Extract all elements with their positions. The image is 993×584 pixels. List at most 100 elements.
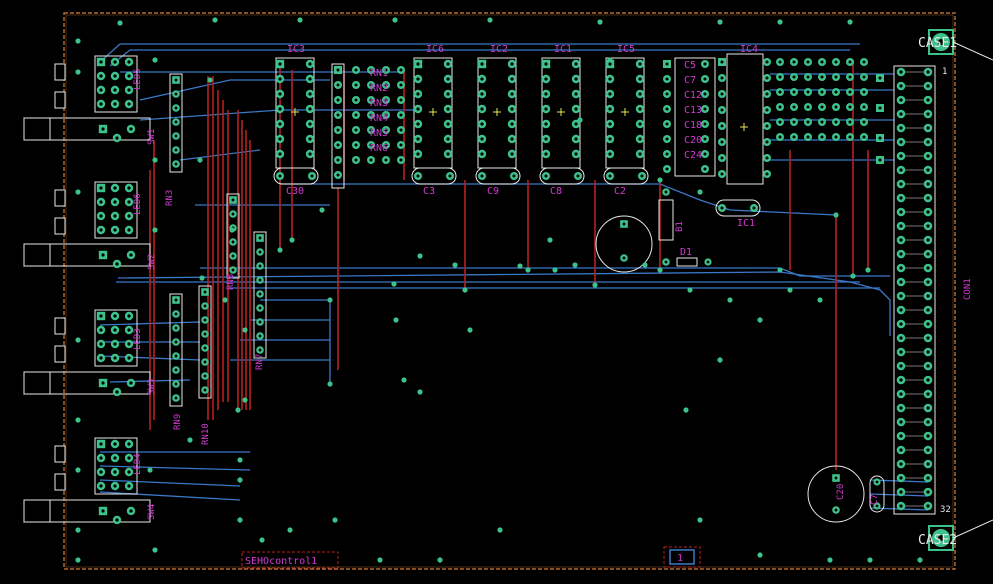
pad-hole (544, 77, 548, 81)
pad-hole (115, 518, 119, 522)
pad-hole (608, 62, 612, 66)
pad-hole (638, 122, 642, 126)
pad-hole (926, 420, 930, 424)
pcb-board: IC3 IC6 IC2 IC1 IC5 IC4 RN1 RN2 RN3 RN4 RN5 RN6 C5 C7… (23, 12, 993, 570)
pad-hole (608, 107, 612, 111)
via (235, 407, 241, 413)
pad-hole (720, 140, 724, 144)
pad-hole (720, 206, 724, 210)
pad-hole (703, 167, 707, 171)
pad-hole (926, 476, 930, 480)
pad-hole (926, 70, 930, 74)
via (577, 117, 583, 123)
via (917, 557, 923, 563)
via (462, 287, 468, 293)
pad-hole (203, 360, 207, 364)
via (642, 262, 648, 268)
left-ref: LED3 (133, 328, 143, 350)
pad-hole (926, 448, 930, 452)
pad-hole (113, 470, 117, 474)
pad-hole (720, 60, 724, 64)
pad-hole (926, 224, 930, 228)
pad-hole (446, 77, 450, 81)
pad-hole (510, 107, 514, 111)
pad-hole (510, 137, 514, 141)
pad-hole (278, 152, 282, 156)
pad-hole (899, 476, 903, 480)
title-block[interactable]: SEHOcontrol1 (241, 551, 339, 569)
pad-hole (862, 105, 866, 109)
pad-hole (99, 228, 103, 232)
h-ref: D1 (680, 247, 692, 258)
pad-hole (127, 214, 131, 218)
jack-outline (54, 345, 66, 363)
via (152, 57, 158, 63)
pad-hole (101, 509, 105, 513)
ic4-outline (726, 53, 764, 185)
via (242, 397, 248, 403)
pcb-layout-canvas[interactable]: IC3 IC6 IC2 IC1 IC5 IC4 RN1 RN2 RN3 RN4 RN5 RN6 C5 C7… (0, 0, 993, 584)
via (683, 407, 689, 413)
via (237, 517, 243, 523)
pad-hole (899, 224, 903, 228)
pad-hole (399, 128, 403, 132)
pad-hole (113, 186, 117, 190)
pad-hole (792, 60, 796, 64)
trace (139, 79, 330, 101)
via (417, 389, 423, 395)
via (657, 267, 663, 273)
pad-hole (127, 328, 131, 332)
pad-hole (127, 88, 131, 92)
case1-label: CASE1 (918, 36, 957, 51)
pad-hole (544, 107, 548, 111)
pad-hole (665, 62, 669, 66)
pad-hole (544, 92, 548, 96)
pad-hole (258, 292, 262, 296)
pad-hole (113, 214, 117, 218)
via (497, 527, 503, 533)
pad-hole (399, 158, 403, 162)
via (332, 517, 338, 523)
h-ref: C3 (423, 186, 435, 197)
pad-hole (448, 174, 452, 178)
pad-hole (99, 328, 103, 332)
pad-hole (278, 122, 282, 126)
ic-ref: IC1 (554, 44, 572, 55)
pad-hole (174, 298, 178, 302)
pad-hole (664, 260, 668, 264)
jack-outline (54, 217, 66, 235)
layer-badge[interactable]: 1 (663, 546, 701, 568)
pad-hole (608, 152, 612, 156)
pad-hole (820, 105, 824, 109)
via (552, 267, 558, 273)
pad-hole (899, 308, 903, 312)
pad-hole (308, 107, 312, 111)
pad-hole (129, 253, 133, 257)
pad-hole (416, 77, 420, 81)
pad-hole (399, 83, 403, 87)
pad-hole (765, 60, 769, 64)
via (597, 19, 603, 25)
pad-hole (899, 154, 903, 158)
pad-hole (258, 320, 262, 324)
pad-hole (258, 264, 262, 268)
title-block-label: SEHOcontrol1 (245, 556, 317, 567)
via (199, 275, 205, 281)
via (452, 262, 458, 268)
pad-hole (926, 364, 930, 368)
left-ref: LED5 (133, 68, 143, 90)
pad-hole (703, 152, 707, 156)
pad-hole (480, 122, 484, 126)
left-ref: SW2 (147, 254, 157, 270)
left-ref: RN9 (173, 414, 183, 430)
via (777, 267, 783, 273)
pad-hole (308, 152, 312, 156)
pad-hole (258, 334, 262, 338)
pad-hole (926, 392, 930, 396)
pad-hole (446, 62, 450, 66)
via (687, 287, 693, 293)
rn-ref: RN1 (370, 68, 388, 79)
pad-hole (174, 312, 178, 316)
pad-hole (792, 135, 796, 139)
pad-hole (416, 92, 420, 96)
